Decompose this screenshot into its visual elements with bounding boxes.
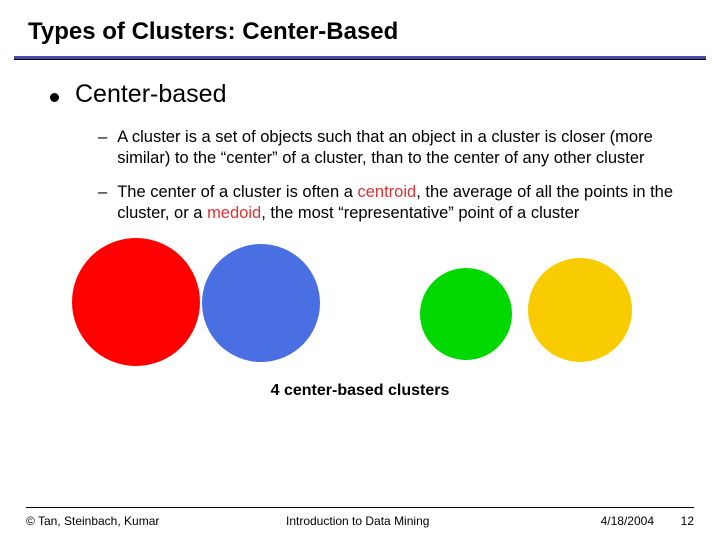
footer-title: Introduction to Data Mining: [246, 514, 534, 528]
bullet-label: Center-based: [75, 80, 226, 109]
sub-text: A cluster is a set of objects such that …: [117, 127, 680, 168]
footer-rule: [26, 507, 694, 508]
bullet-icon: [50, 93, 59, 102]
cluster-figure: [50, 238, 670, 378]
sub-list: – A cluster is a set of objects such tha…: [50, 127, 680, 224]
footer-row: © Tan, Steinbach, Kumar Introduction to …: [26, 514, 694, 528]
sub-text: The center of a cluster is often a centr…: [117, 182, 680, 223]
cluster-circle: [528, 258, 632, 362]
footer-copyright: © Tan, Steinbach, Kumar: [26, 514, 246, 528]
cluster-circle: [420, 268, 512, 360]
highlight-centroid: centroid: [357, 183, 416, 201]
content-area: Center-based – A cluster is a set of obj…: [0, 60, 720, 224]
cluster-circle: [202, 244, 320, 362]
sub-item: – A cluster is a set of objects such tha…: [98, 127, 680, 168]
footer: © Tan, Steinbach, Kumar Introduction to …: [0, 507, 720, 528]
bullet-row: Center-based: [50, 80, 680, 109]
cluster-circle: [72, 238, 200, 366]
dash-icon: –: [98, 127, 107, 168]
footer-date: 4/18/2004: [534, 514, 654, 528]
text-fragment: , the most “representative” point of a c…: [261, 204, 579, 222]
sub-item: – The center of a cluster is often a cen…: [98, 182, 680, 223]
footer-page: 12: [654, 514, 694, 528]
figure-caption: 4 center-based clusters: [0, 382, 720, 400]
text-fragment: The center of a cluster is often a: [117, 183, 357, 201]
highlight-medoid: medoid: [207, 204, 261, 222]
slide-title: Types of Clusters: Center-Based: [0, 0, 720, 56]
dash-icon: –: [98, 182, 107, 223]
